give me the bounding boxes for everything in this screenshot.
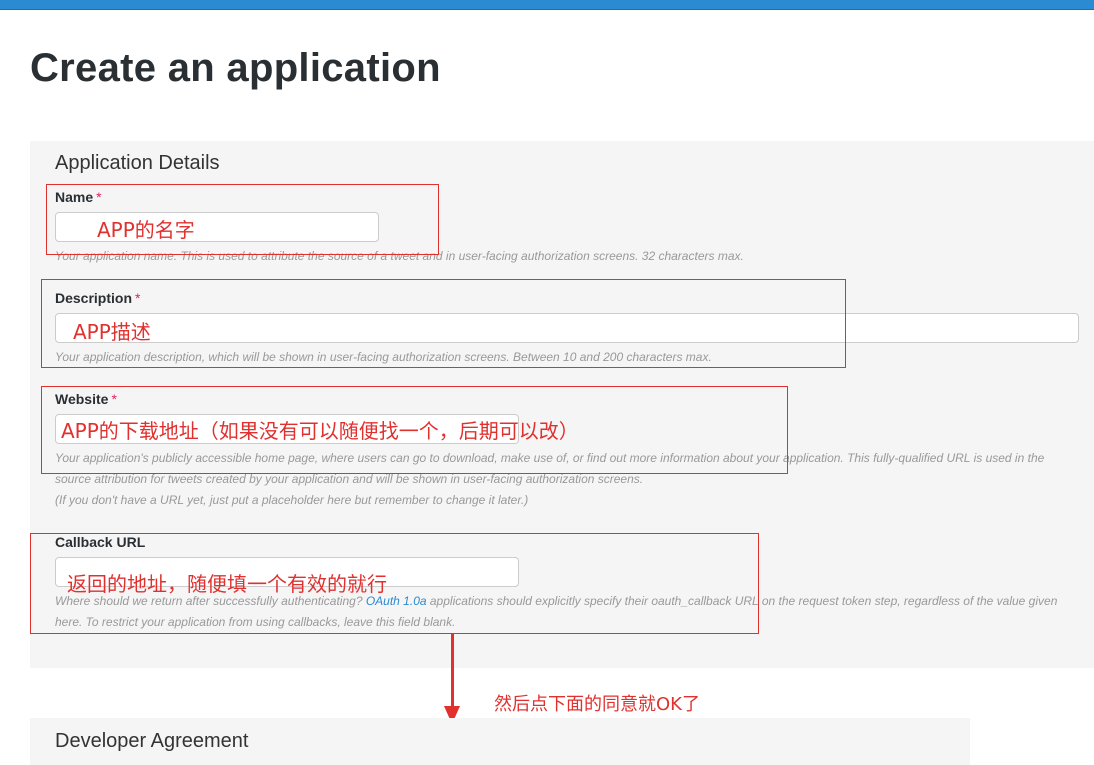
- top-navigation-bar: [0, 0, 1094, 10]
- description-field-label: Description *: [55, 290, 140, 306]
- name-field-label: Name *: [55, 189, 102, 205]
- callback-url-label: Callback URL: [55, 534, 146, 550]
- name-input[interactable]: [55, 212, 379, 242]
- callback-help-line-2: here. To restrict your application from …: [55, 615, 456, 629]
- callback-help-text-before: Where should we return after successfull…: [55, 594, 366, 608]
- page-title: Create an application: [30, 46, 441, 90]
- description-label-text: Description: [55, 290, 133, 306]
- website-help-line-3: (If you don't have a URL yet, just put a…: [55, 493, 529, 507]
- website-field-label: Website *: [55, 391, 117, 407]
- name-label-text: Name: [55, 189, 94, 205]
- required-mark: *: [135, 290, 141, 306]
- required-mark: *: [111, 391, 117, 407]
- next-step-annotation: 然后点下面的同意就OK了: [494, 694, 700, 715]
- developer-agreement-heading: Developer Agreement: [55, 730, 249, 752]
- website-help-line-1: Your application's publicly accessible h…: [55, 451, 1045, 465]
- callback-help-text-after: applications should explicitly specify t…: [426, 594, 1058, 608]
- callback-help-line-1: Where should we return after successfull…: [55, 591, 1057, 612]
- description-help-text: Your application description, which will…: [55, 350, 712, 364]
- arrow-down-icon: [451, 634, 454, 710]
- website-label-text: Website: [55, 391, 109, 407]
- description-input[interactable]: [55, 313, 1079, 343]
- callback-url-input[interactable]: [55, 557, 519, 587]
- website-input[interactable]: [55, 414, 519, 444]
- website-help-line-2: source attribution for tweets created by…: [55, 472, 644, 486]
- oauth-link[interactable]: OAuth 1.0a: [366, 594, 427, 608]
- name-help-text: Your application name. This is used to a…: [55, 249, 744, 263]
- required-mark: *: [96, 189, 102, 205]
- application-details-heading: Application Details: [55, 152, 220, 174]
